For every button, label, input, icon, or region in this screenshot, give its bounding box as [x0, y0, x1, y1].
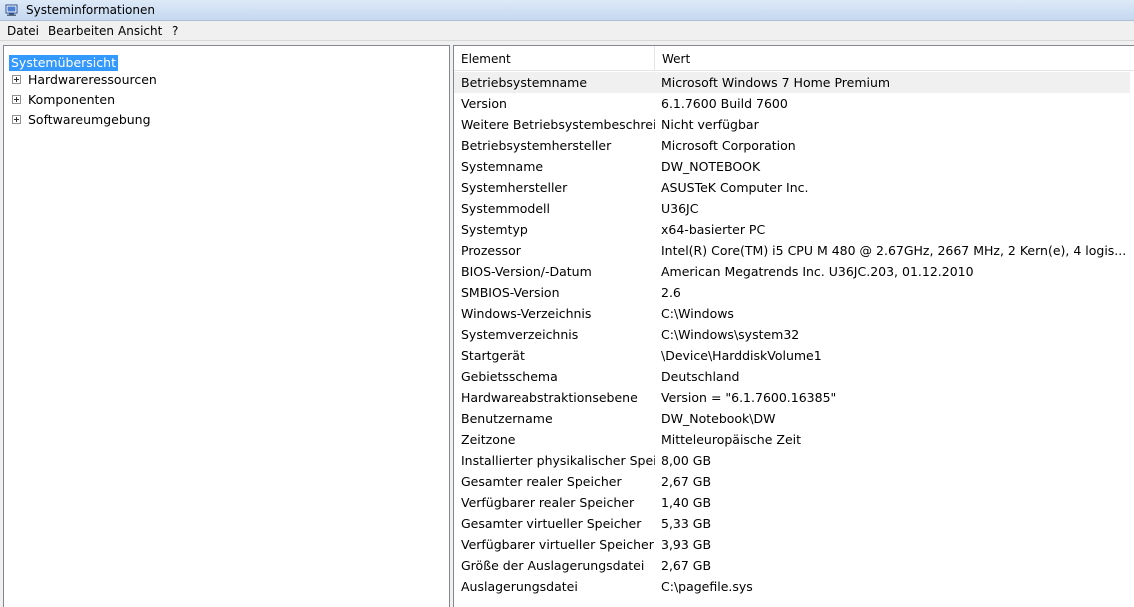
cell-element: Systemmodell: [461, 201, 551, 216]
table-row[interactable]: Windows-Verzeichnis C:\Windows: [454, 303, 1134, 324]
menu-bearbeiten[interactable]: Bearbeiten: [48, 24, 114, 38]
table-row[interactable]: Installierter physikalischer Speic... 8,0…: [454, 450, 1134, 471]
cell-value: 6.1.7600 Build 7600: [661, 96, 788, 111]
table-row[interactable]: Größe der Auslagerungsdatei 2,67 GB: [454, 555, 1134, 576]
plus-icon[interactable]: [12, 75, 21, 84]
cell-element: Betriebsystemname: [461, 75, 588, 90]
plus-icon[interactable]: [12, 95, 21, 104]
table-row[interactable]: Gebietsschema Deutschland: [454, 366, 1134, 387]
cell-element: Startgerät: [461, 348, 525, 363]
cell-value: C:\Windows\system32: [661, 327, 800, 342]
table-row[interactable]: Betriebsystemname Microsoft Windows 7 Hom…: [454, 72, 1130, 93]
menu-datei[interactable]: Datei: [7, 24, 39, 38]
client-area: Systemübersicht Hardwareressourcen Kompo…: [0, 41, 1134, 607]
cell-value: x64-basierter PC: [661, 222, 766, 237]
table-row[interactable]: Prozessor Intel(R) Core(TM) i5 CPU M 480 …: [454, 240, 1134, 261]
category-tree: Systemübersicht Hardwareressourcen Kompo…: [3, 45, 450, 607]
cell-value: Mitteleuropäische Zeit: [661, 432, 802, 447]
cell-element: Hardwareabstraktionsebene: [461, 390, 638, 405]
window-title: Systeminformationen: [26, 3, 155, 17]
cell-value: U36JC: [661, 201, 699, 216]
cell-element: Version: [461, 96, 507, 111]
cell-value: 2,67 GB: [661, 474, 712, 489]
cell-value: 1,40 GB: [661, 495, 712, 510]
cell-element: Benutzername: [461, 411, 553, 426]
cell-value: American Megatrends Inc. U36JC.203, 01.1…: [661, 264, 974, 279]
table-row[interactable]: Benutzername DW_Notebook\DW: [454, 408, 1134, 429]
cell-value: C:\pagefile.sys: [661, 579, 753, 594]
table-row[interactable]: Betriebsystemhersteller Microsoft Corpora…: [454, 135, 1134, 156]
table-row[interactable]: Verfügbarer realer Speicher 1,40 GB: [454, 492, 1134, 513]
cell-value: Intel(R) Core(TM) i5 CPU M 480 @ 2.67GHz…: [661, 243, 1127, 258]
cell-value: DW_NOTEBOOK: [661, 159, 761, 174]
cell-value: Nicht verfügbar: [661, 117, 759, 132]
cell-element: Betriebsystemhersteller: [461, 138, 612, 153]
cell-value: 8,00 GB: [661, 453, 712, 468]
cell-element: BIOS-Version/-Datum: [461, 264, 592, 279]
table-row[interactable]: Systemverzeichnis C:\Windows\system32: [454, 324, 1134, 345]
system-info-icon: [5, 4, 18, 16]
cell-element: Systemtyp: [461, 222, 528, 237]
cell-value: Microsoft Corporation: [661, 138, 796, 153]
cell-element: SMBIOS-Version: [461, 285, 560, 300]
table-row[interactable]: Systemhersteller ASUSTeK Computer Inc.: [454, 177, 1134, 198]
cell-element: Verfügbarer virtueller Speicher: [461, 537, 654, 552]
menu-help[interactable]: ?: [172, 24, 178, 38]
plus-icon[interactable]: [12, 115, 21, 124]
table-row[interactable]: Verfügbarer virtueller Speicher 3,93 GB: [454, 534, 1134, 555]
table-row[interactable]: Zeitzone Mitteleuropäische Zeit: [454, 429, 1134, 450]
title-bar[interactable]: Systeminformationen: [0, 0, 1134, 21]
table-row[interactable]: Version 6.1.7600 Build 7600: [454, 93, 1134, 114]
cell-element: Systemname: [461, 159, 544, 174]
list-body: Betriebsystemname Microsoft Windows 7 Hom…: [454, 72, 1134, 597]
cell-element: Installierter physikalischer Speic...: [461, 453, 655, 468]
cell-value: ASUSTeK Computer Inc.: [661, 180, 809, 195]
cell-element: Größe der Auslagerungsdatei: [461, 558, 645, 573]
cell-element: Prozessor: [461, 243, 521, 258]
table-row[interactable]: Systemmodell U36JC: [454, 198, 1134, 219]
cell-element: Zeitzone: [461, 432, 516, 447]
table-row[interactable]: Weitere Betriebsystembeschrei... Nicht ve…: [454, 114, 1134, 135]
column-header-element[interactable]: Element: [454, 46, 655, 70]
cell-value: \Device\HarddiskVolume1: [661, 348, 822, 363]
cell-value: 2.6: [661, 285, 681, 300]
cell-value: 5,33 GB: [661, 516, 712, 531]
table-row[interactable]: Startgerät \Device\HarddiskVolume1: [454, 345, 1134, 366]
cell-element: Verfügbarer realer Speicher: [461, 495, 635, 510]
tree-item-label: Hardwareressourcen: [28, 72, 157, 87]
cell-element: Gebietsschema: [461, 369, 558, 384]
table-row[interactable]: Hardwareabstraktionsebene Version = "6.1.…: [454, 387, 1134, 408]
column-header-wert[interactable]: Wert: [655, 46, 1134, 70]
cell-element: Systemhersteller: [461, 180, 568, 195]
cell-value: Version = "6.1.7600.16385": [661, 390, 837, 405]
cell-element: Gesamter realer Speicher: [461, 474, 622, 489]
cell-value: C:\Windows: [661, 306, 734, 321]
table-row[interactable]: Auslagerungsdatei C:\pagefile.sys: [454, 576, 1134, 597]
cell-element: Weitere Betriebsystembeschrei...: [461, 117, 655, 132]
cell-value: Deutschland: [661, 369, 740, 384]
list-header: Element Wert: [454, 46, 1134, 71]
details-list: Element Wert Betriebsystemname Microsoft …: [453, 45, 1134, 607]
tree-item-systemuebersicht[interactable]: Systemübersicht: [9, 55, 118, 71]
cell-value: DW_Notebook\DW: [661, 411, 776, 426]
menu-ansicht[interactable]: Ansicht: [118, 24, 162, 38]
cell-element: Systemverzeichnis: [461, 327, 579, 342]
table-row[interactable]: Systemtyp x64-basierter PC: [454, 219, 1134, 240]
table-row[interactable]: Gesamter virtueller Speicher 5,33 GB: [454, 513, 1134, 534]
cell-element: Windows-Verzeichnis: [461, 306, 592, 321]
table-row[interactable]: Gesamter realer Speicher 2,67 GB: [454, 471, 1134, 492]
cell-element: Auslagerungsdatei: [461, 579, 578, 594]
cell-element: Gesamter virtueller Speicher: [461, 516, 642, 531]
cell-value: 3,93 GB: [661, 537, 712, 552]
table-row[interactable]: Systemname DW_NOTEBOOK: [454, 156, 1134, 177]
table-row[interactable]: SMBIOS-Version 2.6: [454, 282, 1134, 303]
tree-item-label: Softwareumgebung: [28, 112, 151, 127]
cell-value: 2,67 GB: [661, 558, 712, 573]
table-row[interactable]: BIOS-Version/-Datum American Megatrends I…: [454, 261, 1134, 282]
cell-value: Microsoft Windows 7 Home Premium: [661, 75, 891, 90]
tree-item-label: Komponenten: [28, 92, 116, 107]
menu-bar: Datei Bearbeiten Ansicht ?: [0, 21, 1134, 41]
